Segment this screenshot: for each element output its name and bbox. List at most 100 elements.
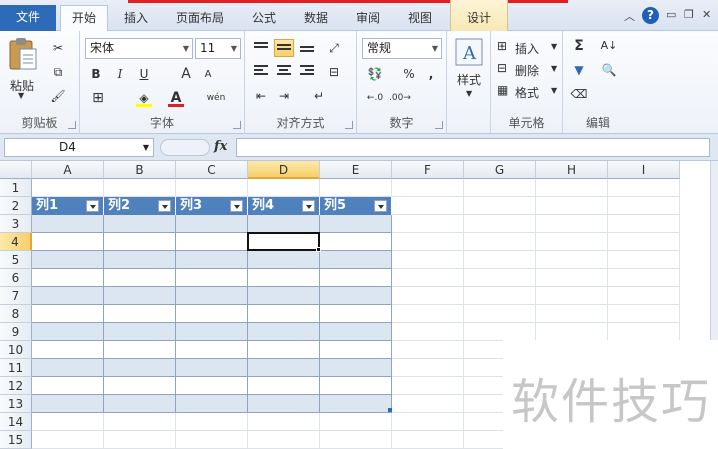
table-cell[interactable] <box>32 251 104 269</box>
table-cell[interactable] <box>104 233 176 251</box>
font-name-select[interactable]: 宋体 ▼ <box>85 38 193 59</box>
align-left-icon[interactable] <box>251 63 271 81</box>
row-header[interactable]: 3 <box>0 215 32 233</box>
table-cell[interactable] <box>176 287 248 305</box>
tab-file[interactable]: 文件 <box>0 5 56 31</box>
fill-icon[interactable]: ▼ <box>569 61 589 79</box>
increase-decimal-icon[interactable]: ←.0 <box>365 89 385 107</box>
table-cell[interactable] <box>104 341 176 359</box>
number-format-select[interactable]: 常规 ▼ <box>362 38 442 59</box>
currency-icon[interactable]: 💱 <box>365 65 385 83</box>
table-cell[interactable] <box>248 269 320 287</box>
table-cell[interactable] <box>104 395 176 413</box>
table-cell[interactable] <box>320 395 392 413</box>
tab-formulas[interactable]: 公式 <box>242 6 286 31</box>
table-cell[interactable] <box>176 233 248 251</box>
tab-view[interactable]: 视图 <box>398 6 442 31</box>
table-cell[interactable] <box>32 305 104 323</box>
align-top-icon[interactable] <box>251 39 271 57</box>
autosum-button[interactable]: Σ <box>569 37 589 55</box>
phonetic-icon[interactable]: wén <box>206 89 226 107</box>
table-cell[interactable] <box>32 395 104 413</box>
table-cell[interactable] <box>320 251 392 269</box>
row-header[interactable]: 14 <box>0 413 32 431</box>
filter-dropdown-icon[interactable] <box>374 200 387 212</box>
table-cell[interactable] <box>32 323 104 341</box>
align-bottom-icon[interactable] <box>297 39 317 57</box>
insert-cells-button[interactable]: ⊞ 插入 ▼ <box>497 37 561 57</box>
row-header[interactable]: 8 <box>0 305 32 323</box>
table-cell[interactable] <box>248 377 320 395</box>
cut-icon[interactable]: ✂ <box>48 39 68 57</box>
table-header-cell[interactable]: 列1 <box>32 197 104 215</box>
table-cell[interactable] <box>320 269 392 287</box>
table-cell[interactable] <box>176 305 248 323</box>
underline-button[interactable]: U <box>134 65 154 83</box>
table-cell[interactable] <box>320 377 392 395</box>
table-cell[interactable] <box>248 215 320 233</box>
row-header[interactable]: 13 <box>0 395 32 413</box>
fill-color-icon[interactable]: ◈ <box>134 89 154 107</box>
table-cell[interactable] <box>176 251 248 269</box>
row-header[interactable]: 11 <box>0 359 32 377</box>
table-cell[interactable] <box>248 359 320 377</box>
table-cell[interactable] <box>248 305 320 323</box>
help-icon[interactable]: ? <box>642 7 659 24</box>
minimize-icon[interactable]: ▭ <box>666 8 676 21</box>
alignment-launcher-icon[interactable] <box>345 121 353 129</box>
filter-dropdown-icon[interactable] <box>86 200 99 212</box>
name-box[interactable]: D4 ▼ <box>4 138 154 157</box>
row-header[interactable]: 1 <box>0 179 32 197</box>
table-cell[interactable] <box>176 341 248 359</box>
table-cell[interactable] <box>320 323 392 341</box>
table-cell[interactable] <box>320 215 392 233</box>
select-all-corner[interactable] <box>0 161 32 179</box>
table-cell[interactable] <box>32 377 104 395</box>
table-cell[interactable] <box>320 359 392 377</box>
column-header[interactable]: G <box>464 161 536 179</box>
table-cell[interactable] <box>104 269 176 287</box>
table-cell[interactable] <box>176 215 248 233</box>
column-header[interactable]: F <box>392 161 464 179</box>
bold-button[interactable]: B <box>86 65 106 83</box>
column-header[interactable]: C <box>176 161 248 179</box>
filter-dropdown-icon[interactable] <box>158 200 171 212</box>
table-cell[interactable] <box>176 323 248 341</box>
row-header[interactable]: 7 <box>0 287 32 305</box>
formula-bar-splitter[interactable] <box>160 139 210 156</box>
table-cell[interactable] <box>32 287 104 305</box>
tab-design[interactable]: 设计 <box>450 0 508 31</box>
table-cell[interactable] <box>104 251 176 269</box>
row-header[interactable]: 2 <box>0 197 32 215</box>
table-cell[interactable] <box>104 305 176 323</box>
copy-icon[interactable]: ⧉ <box>48 63 68 81</box>
sort-filter-icon[interactable]: A↓ <box>599 37 619 55</box>
column-header[interactable]: A <box>32 161 104 179</box>
column-header[interactable]: I <box>608 161 680 179</box>
tab-insert[interactable]: 插入 <box>114 6 158 31</box>
row-header[interactable]: 12 <box>0 377 32 395</box>
orientation-icon[interactable]: ⤢ <box>324 39 344 57</box>
align-center-icon[interactable] <box>274 63 294 81</box>
table-cell[interactable] <box>320 305 392 323</box>
table-cell[interactable] <box>248 395 320 413</box>
table-header-cell[interactable]: 列5 <box>320 197 392 215</box>
table-cell[interactable] <box>176 395 248 413</box>
table-header-cell[interactable]: 列3 <box>176 197 248 215</box>
decrease-decimal-icon[interactable]: .00→ <box>389 89 411 107</box>
align-right-icon[interactable] <box>297 63 317 81</box>
format-painter-icon[interactable]: 🖌 <box>48 87 68 105</box>
wrap-text-icon[interactable]: ↵ <box>309 87 329 105</box>
filter-dropdown-icon[interactable] <box>302 200 315 212</box>
shrink-font-button[interactable]: A <box>198 66 218 84</box>
table-cell[interactable] <box>320 233 392 251</box>
percent-button[interactable]: % <box>399 65 419 83</box>
table-header-cell[interactable]: 列4 <box>248 197 320 215</box>
tab-review[interactable]: 审阅 <box>346 6 390 31</box>
column-header[interactable]: H <box>536 161 608 179</box>
table-cell[interactable] <box>176 377 248 395</box>
minimize-ribbon-icon[interactable]: ︿ <box>624 8 635 24</box>
table-resize-handle[interactable] <box>388 408 392 412</box>
table-cell[interactable] <box>104 215 176 233</box>
table-cell[interactable] <box>32 359 104 377</box>
